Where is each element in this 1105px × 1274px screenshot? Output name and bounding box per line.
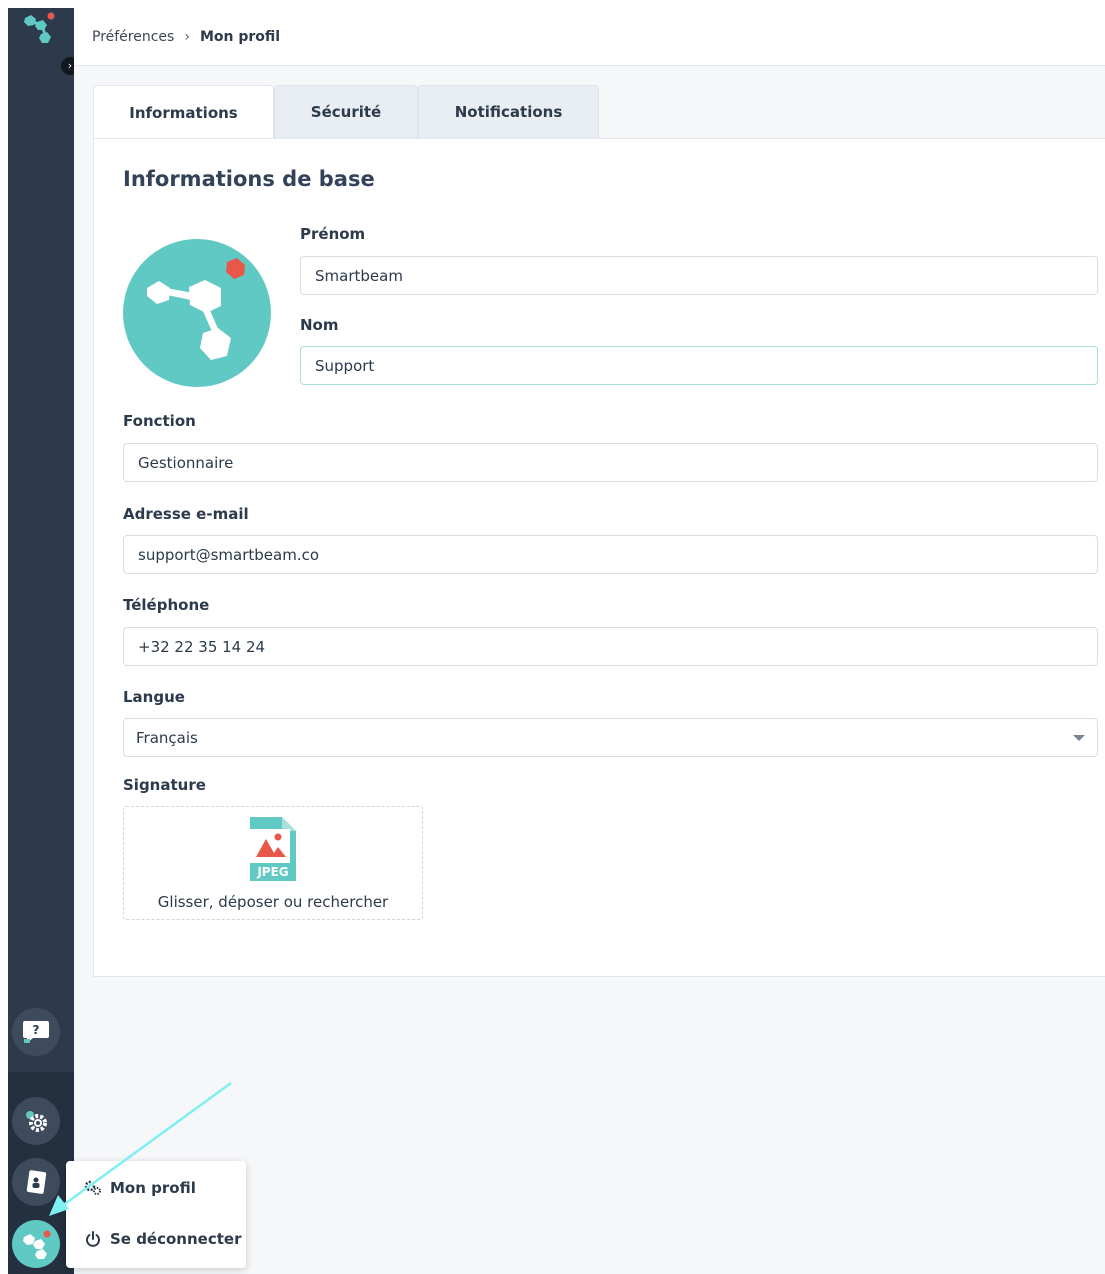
breadcrumb-current: Mon profil <box>199 28 281 45</box>
breadcrumb: Préférences › Mon profil <box>74 8 1105 66</box>
telephone-field[interactable]: +32 22 35 14 24 <box>123 627 1098 666</box>
power-icon <box>84 1230 102 1248</box>
sidebar: › ? <box>8 8 79 1274</box>
help-button[interactable]: ? <box>12 1008 60 1056</box>
help-icon: ? <box>23 1021 49 1043</box>
prenom-label: Prénom <box>300 225 366 243</box>
nom-label: Nom <box>300 316 339 334</box>
settings-button[interactable] <box>12 1097 60 1145</box>
section-title: Informations de base <box>123 167 375 191</box>
profile-form-panel: Informations de base Prénom Smartbeam No… <box>93 138 1105 977</box>
contacts-button[interactable] <box>12 1158 60 1206</box>
telephone-label: Téléphone <box>123 596 210 614</box>
email-label: Adresse e-mail <box>123 505 249 523</box>
chevron-down-icon <box>1073 735 1085 741</box>
langue-label: Langue <box>123 688 185 706</box>
user-avatar-button[interactable] <box>12 1220 60 1268</box>
signature-dropzone[interactable]: JPEG Glisser, déposer ou rechercher <box>123 806 423 920</box>
dropzone-text: Glisser, déposer ou rechercher <box>157 893 389 911</box>
tab-informations[interactable]: Informations <box>93 85 274 139</box>
menu-item-mon-profil[interactable]: Mon profil <box>84 1179 196 1197</box>
profile-avatar-icon[interactable] <box>123 238 272 388</box>
avatar-icon <box>23 1230 51 1259</box>
menu-item-label: Mon profil <box>110 1179 196 1197</box>
menu-item-se-deconnecter[interactable]: Se déconnecter <box>84 1230 241 1248</box>
email-field[interactable]: support@smartbeam.co <box>123 535 1098 574</box>
fonction-label: Fonction <box>123 412 196 430</box>
jpeg-badge: JPEG <box>256 865 288 879</box>
fonction-field[interactable]: Gestionnaire <box>123 443 1098 482</box>
contact-card-icon <box>26 1170 47 1194</box>
tab-notifications[interactable]: Notifications <box>418 85 599 138</box>
breadcrumb-parent[interactable]: Préférences <box>92 29 174 45</box>
langue-select[interactable]: Français <box>123 718 1098 757</box>
jpeg-file-icon: JPEG <box>250 817 296 881</box>
langue-selected-value: Français <box>136 728 198 747</box>
gear-icon <box>26 1111 47 1132</box>
logo-icon[interactable] <box>21 10 61 46</box>
tab-bar: Informations Sécurité Notifications <box>93 85 599 139</box>
user-menu: Mon profil Se déconnecter <box>66 1161 246 1268</box>
gears-icon <box>84 1179 102 1197</box>
menu-item-label: Se déconnecter <box>110 1230 242 1248</box>
tab-securite[interactable]: Sécurité <box>274 85 418 138</box>
help-glyph: ? <box>33 1023 40 1037</box>
main-content: Préférences › Mon profil Informations Sé… <box>74 8 1105 1274</box>
nom-field[interactable]: Support <box>300 346 1098 385</box>
prenom-field[interactable]: Smartbeam <box>300 256 1098 295</box>
breadcrumb-separator-icon: › <box>184 28 190 45</box>
signature-label: Signature <box>123 776 206 794</box>
